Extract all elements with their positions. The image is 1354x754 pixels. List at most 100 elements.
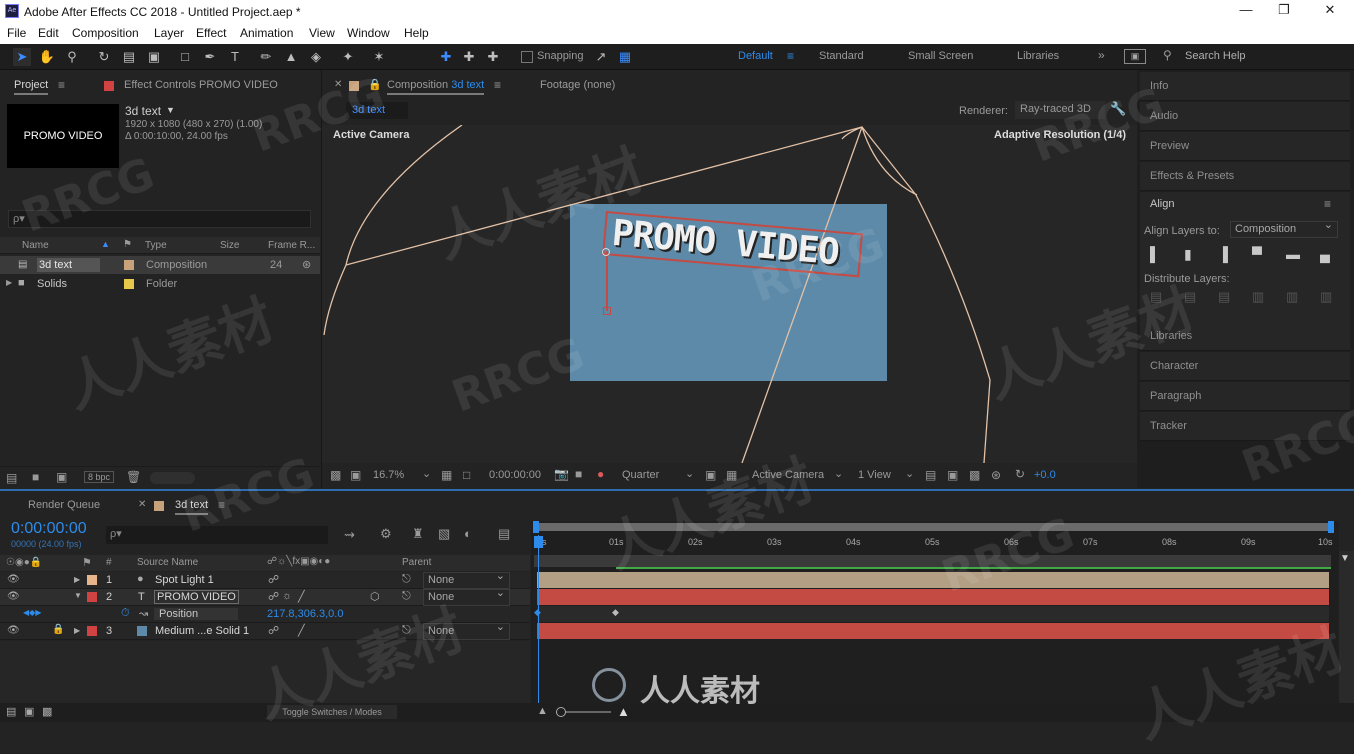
shy-switch-icon[interactable]: ☍	[268, 590, 279, 603]
distribute-top-icon[interactable]: ▤	[1150, 289, 1162, 305]
visibility-icon[interactable]: 👁	[7, 625, 20, 636]
quality-switch-icon[interactable]: ╱	[298, 624, 305, 637]
resolution-select[interactable]: Quarter	[622, 469, 659, 481]
menu-file[interactable]: File	[7, 26, 26, 40]
snap-feature-icon[interactable]: ▦	[616, 48, 634, 66]
close-tab-icon[interactable]: ✕	[334, 79, 342, 90]
renderer-options-icon[interactable]: 🔧	[1110, 101, 1126, 117]
distribute-right-icon[interactable]: ▥	[1320, 289, 1332, 305]
panel-paragraph[interactable]: Paragraph	[1140, 382, 1350, 411]
toggle-pixel-icon[interactable]: ▤	[925, 468, 936, 482]
view-axis-icon[interactable]: ✚	[484, 48, 502, 66]
workspace-default[interactable]: Default	[738, 50, 773, 62]
comp-marker-bin-icon[interactable]: ▼	[1340, 553, 1350, 564]
close-button[interactable]: ✕	[1320, 2, 1340, 20]
shy-layers-icon[interactable]: ♜	[412, 526, 424, 542]
parent-pickwhip-icon[interactable]: ⎋	[402, 624, 411, 637]
comp-menu-icon[interactable]: ≡	[494, 78, 501, 92]
snap-edge-icon[interactable]: ↗	[592, 48, 610, 66]
menu-effect[interactable]: Effect	[196, 26, 226, 40]
layer-bar-promo-video[interactable]	[537, 589, 1329, 605]
new-folder-icon[interactable]: ■	[32, 470, 39, 484]
timeline-timecode[interactable]: 0:00:00:00	[11, 520, 87, 538]
y-axis-handle[interactable]	[606, 251, 608, 311]
timeline-menu-icon[interactable]: ≡	[218, 498, 225, 512]
distribute-v-center-icon[interactable]: ▤	[1184, 289, 1196, 305]
panel-info[interactable]: Info	[1140, 72, 1350, 101]
menu-view[interactable]: View	[309, 26, 335, 40]
quality-switch-icon[interactable]: ╱	[298, 590, 305, 603]
property-row[interactable]: ◀◆▶ ⏱ ↝ Position 217.8,306.3,0.0	[0, 606, 530, 623]
expand-arrow-icon[interactable]: ▶	[74, 626, 80, 635]
exposure-value[interactable]: +0.0	[1034, 469, 1056, 481]
distribute-h-center-icon[interactable]: ▥	[1286, 289, 1298, 305]
transparency-grid-icon[interactable]: ▦	[726, 468, 737, 482]
layer-bar-spot-light[interactable]	[537, 572, 1329, 588]
zoom-select[interactable]: 16.7%	[373, 469, 404, 481]
renderer-select[interactable]: Ray-traced 3D	[1015, 101, 1105, 119]
panel-effects-presets[interactable]: Effects & Presets	[1140, 162, 1350, 191]
collapse-arrow-icon[interactable]: ▼	[74, 591, 82, 600]
type-tool-icon[interactable]: T	[226, 48, 244, 66]
lock-icon[interactable]: 🔒	[368, 78, 382, 91]
item-name[interactable]: 3d text	[125, 104, 161, 118]
panel-audio[interactable]: Audio	[1140, 102, 1350, 131]
view-dropdown-icon[interactable]: ⌄	[834, 467, 843, 480]
layer-bar-solid[interactable]	[537, 623, 1329, 639]
in-out-icon[interactable]: ▩	[42, 705, 52, 718]
fast-preview-icon[interactable]: ▣	[947, 468, 958, 482]
channel-icon[interactable]: ●	[597, 467, 604, 481]
work-area-end-handle[interactable]	[1328, 521, 1334, 533]
tab-3d-text[interactable]: 3d text	[175, 499, 209, 515]
menu-layer[interactable]: Layer	[154, 26, 184, 40]
project-row[interactable]: ▶ ■ Solids Folder	[0, 275, 320, 293]
expand-arrow-icon[interactable]: ▶	[6, 278, 12, 287]
label-swatch[interactable]	[87, 592, 97, 602]
views-select[interactable]: 1 View	[858, 469, 891, 481]
view-select[interactable]: Active Camera	[752, 469, 824, 481]
label-swatch[interactable]	[87, 575, 97, 585]
distribute-bottom-icon[interactable]: ▤	[1218, 289, 1230, 305]
col-name[interactable]: Name	[22, 240, 49, 251]
time-graph[interactable]: 0s 01s 02s 03s 04s 05s 06s 07s 08s 09s 1…	[531, 521, 1339, 703]
views-dropdown-icon[interactable]: ⌄	[905, 467, 914, 480]
resolution-dropdown-icon[interactable]: ⌄	[685, 467, 694, 480]
camera-tool-icon[interactable]: ▤	[120, 48, 138, 66]
col-frame-rate[interactable]: Frame R...	[268, 240, 315, 251]
label-column-icon[interactable]: ⚑	[123, 239, 132, 250]
distribute-left-icon[interactable]: ▥	[1252, 289, 1264, 305]
flowchart-icon[interactable]: ⊛	[302, 258, 311, 271]
panel-libraries[interactable]: Libraries	[1140, 322, 1350, 351]
workspace-menu-icon[interactable]: ≡	[787, 49, 794, 63]
project-row[interactable]: ▤ 3d text Composition 24 ⊛	[0, 256, 320, 274]
layer-name[interactable]: Medium ...e Solid 1	[155, 625, 249, 637]
region-of-interest-icon[interactable]: ▣	[705, 468, 716, 482]
snapshot-icon[interactable]: 📷	[554, 467, 569, 481]
anchor-point[interactable]	[602, 248, 610, 256]
menu-help[interactable]: Help	[404, 26, 429, 40]
label-swatch[interactable]	[87, 626, 97, 636]
sync-settings-icon[interactable]: ▣	[1124, 49, 1146, 64]
comp-mini-flowchart-icon[interactable]: ⇝	[344, 527, 355, 543]
col-source-name[interactable]: Source Name	[137, 557, 198, 568]
comp-viewer[interactable]: Active Camera Adaptive Resolution (1/4) …	[322, 125, 1137, 463]
anchor-handle[interactable]	[603, 307, 611, 315]
time-zoom-knob[interactable]	[556, 707, 566, 717]
show-snapshot-icon[interactable]: ■	[575, 467, 582, 481]
project-menu-icon[interactable]: ≡	[58, 78, 65, 92]
zoom-in-icon[interactable]: ▲	[617, 704, 630, 719]
tab-render-queue[interactable]: Render Queue	[28, 499, 100, 511]
new-composition-icon[interactable]: ▣	[56, 470, 67, 484]
interpret-footage-icon[interactable]: ▤	[6, 471, 17, 485]
time-ruler[interactable]: 0s 01s 02s 03s 04s 05s 06s 07s 08s 09s 1…	[531, 535, 1339, 553]
pan-behind-tool-icon[interactable]: ▣	[145, 48, 163, 66]
shy-switch-icon[interactable]: ☍	[268, 573, 279, 586]
pen-tool-icon[interactable]: ✒	[201, 48, 219, 66]
search-help-input[interactable]: Search Help	[1185, 50, 1246, 62]
label-swatch[interactable]	[124, 279, 134, 289]
label-swatch[interactable]	[124, 260, 134, 270]
draft-3d-icon[interactable]: ⚙	[380, 526, 392, 542]
zoom-out-icon[interactable]: ▲	[537, 705, 548, 717]
workspace-standard[interactable]: Standard	[819, 50, 864, 62]
graph-editor-icon[interactable]: ▤	[498, 526, 510, 542]
